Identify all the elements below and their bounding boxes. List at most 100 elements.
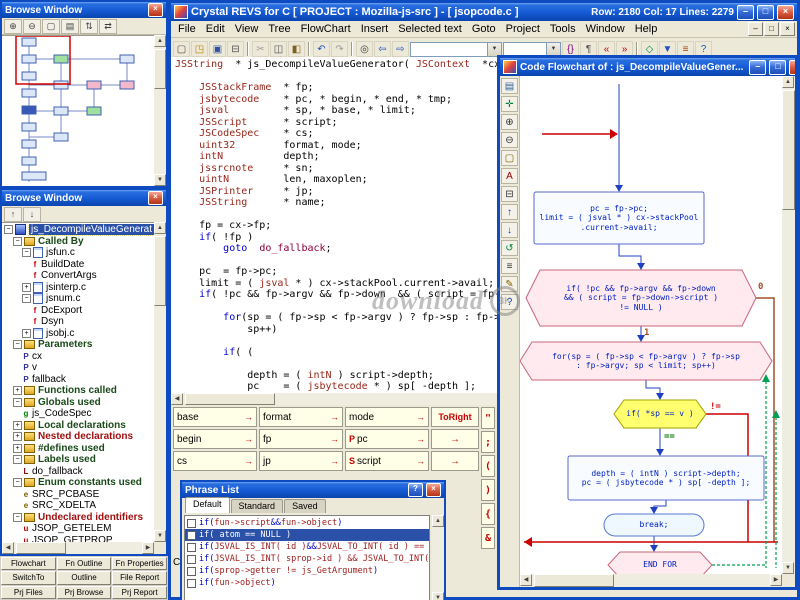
expand-toggle-icon[interactable]: + — [13, 432, 22, 441]
move-down-icon[interactable]: ↓ — [23, 207, 41, 222]
tree-item-globals-used[interactable]: −Globals used — [2, 397, 154, 409]
expand-toggle-icon[interactable]: + — [13, 386, 22, 395]
token-jp[interactable]: jp→ — [259, 451, 343, 471]
browse-vscrollbar[interactable]: ▲ ▼ — [154, 35, 166, 186]
maximize-button[interactable]: □ — [757, 5, 774, 20]
tree-item-jsfun-c[interactable]: −jsfun.c — [2, 247, 154, 259]
print-icon[interactable]: ⊟ — [501, 186, 518, 202]
scroll-left-icon[interactable]: ◀ — [171, 393, 183, 405]
symbol-button[interactable]: " — [481, 407, 495, 429]
menu-goto[interactable]: Goto — [467, 23, 501, 35]
token-mode[interactable]: mode→ — [345, 407, 429, 427]
mdi-minimize-button[interactable]: – — [748, 22, 763, 36]
panel-tab-file-report[interactable]: File Report — [112, 571, 167, 584]
token--[interactable]: → — [431, 451, 479, 471]
scroll-horizontal-icon[interactable]: ⇄ — [99, 19, 117, 34]
expand-toggle-icon[interactable]: − — [13, 478, 22, 487]
scroll-left-icon[interactable]: ◀ — [2, 542, 14, 554]
close-button[interactable]: × — [777, 5, 794, 20]
tree-vscrollbar[interactable]: ▲ ▼ — [154, 222, 166, 542]
panel-tab-outline[interactable]: Outline — [57, 571, 112, 584]
scroll-vertical-icon[interactable]: ⇅ — [80, 19, 98, 34]
scroll-left-icon[interactable]: ◀ — [520, 574, 532, 586]
tree-item-nested-declarations[interactable]: +Nested declarations — [2, 431, 154, 443]
token-cs[interactable]: cs→ — [173, 451, 257, 471]
symbol-button[interactable]: ) — [481, 479, 495, 501]
flowchart-titlebar[interactable]: Code Flowchart of : js_DecompileValueGen… — [500, 58, 795, 76]
phrase-checkbox[interactable] — [187, 567, 196, 576]
scroll-up-icon[interactable]: ▲ — [432, 515, 444, 527]
pan-icon[interactable]: ✛ — [501, 96, 518, 112]
phrase-vscrollbar[interactable]: ▲ ▼ — [432, 515, 444, 600]
find-icon[interactable]: ◎ — [356, 41, 373, 57]
menu-help[interactable]: Help — [630, 23, 663, 35]
panel-tab-fn-outline[interactable]: Fn Outline — [57, 557, 112, 570]
expand-toggle-icon[interactable]: − — [13, 513, 22, 522]
tree-item-cx[interactable]: Pcx — [2, 351, 154, 363]
zoom-in-icon[interactable]: ⊕ — [4, 19, 22, 34]
symbol-button[interactable]: ; — [481, 431, 495, 453]
tree-item-jsobj-c[interactable]: +jsobj.c — [2, 328, 154, 340]
phrase-checkbox[interactable] — [187, 543, 196, 552]
help-icon[interactable]: ? — [501, 294, 518, 310]
copy-icon[interactable]: ◫ — [270, 41, 287, 57]
tree-item-labels-used[interactable]: −Labels used — [2, 454, 154, 466]
expand-toggle-icon[interactable]: − — [22, 248, 31, 257]
tree-item-enum-constants-used[interactable]: −Enum constants used — [2, 477, 154, 489]
panel-tab-fn-properties[interactable]: Fn Properties — [112, 557, 167, 570]
menu-project[interactable]: Project — [501, 23, 545, 35]
tree-item-builddate[interactable]: fBuildDate — [2, 259, 154, 271]
close-button[interactable]: × — [426, 483, 441, 497]
expand-toggle-icon[interactable]: − — [13, 237, 22, 246]
tree-item-v[interactable]: Pv — [2, 362, 154, 374]
menu-view[interactable]: View — [230, 23, 264, 35]
phrase-tab-standard[interactable]: Standard — [231, 499, 284, 513]
tree-item-src-pcbase[interactable]: eSRC_PCBASE — [2, 489, 154, 501]
tree-item-do-fallback[interactable]: Ldo_fallback — [2, 466, 154, 478]
token-toright[interactable]: ToRight — [431, 407, 479, 427]
tree-item--defines-used[interactable]: +#defines used — [2, 443, 154, 455]
flow-node-end-for[interactable]: END FOR — [608, 552, 712, 574]
tree-item-js-decompilevaluegenerat[interactable]: −js_DecompileValueGenerat — [2, 224, 154, 236]
mini-flowchart[interactable] — [2, 35, 154, 186]
minimize-button[interactable]: – — [749, 60, 766, 75]
panel-tab-prj-report[interactable]: Prj Report — [112, 586, 167, 599]
scroll-up-icon[interactable]: ▲ — [154, 222, 166, 234]
close-button[interactable]: × — [789, 60, 795, 75]
main-titlebar[interactable]: Crystal REVS for C [ PROJECT : Mozilla-j… — [171, 3, 797, 21]
tree-item-jsop-getelem[interactable]: uJSOP_GETELEM — [2, 523, 154, 535]
flow-node-if-pc-argv-down[interactable]: if( !pc && fp->argv && fp->down && ( scr… — [526, 270, 756, 326]
scroll-down-icon[interactable]: ▼ — [782, 562, 794, 574]
menu-file[interactable]: File — [173, 23, 201, 35]
phrase-checkbox[interactable] — [187, 531, 196, 540]
up-icon[interactable]: ↑ — [501, 204, 518, 220]
tree-item-functions-called[interactable]: +Functions called — [2, 385, 154, 397]
maximize-button[interactable]: □ — [769, 60, 786, 75]
undo-icon[interactable]: ↶ — [313, 41, 330, 57]
expand-toggle-icon[interactable]: − — [4, 225, 13, 234]
flow-node-assign-depth-pc[interactable]: depth = ( intN ) script->depth; pc = ( j… — [568, 456, 764, 500]
expand-toggle-icon[interactable]: − — [13, 455, 22, 464]
flowchart-canvas[interactable]: pc = fp->pc; limit = ( jsval * ) cx->sta… — [520, 76, 782, 574]
open-folder-icon[interactable]: ◳ — [191, 41, 208, 57]
search-combo[interactable]: ▼ — [410, 42, 502, 57]
tree-item-dsyn[interactable]: fDsyn — [2, 316, 154, 328]
new-file-icon[interactable]: ▢ — [173, 41, 190, 57]
phrase-checkbox[interactable] — [187, 519, 196, 528]
tree-item-jsnum-c[interactable]: −jsnum.c — [2, 293, 154, 305]
scroll-up-icon[interactable]: ▲ — [782, 76, 794, 88]
menu-tree[interactable]: Tree — [263, 23, 295, 35]
tree-item-jsop-getprop[interactable]: uJSOP_GETPROP — [2, 535, 154, 543]
zoom-in-icon[interactable]: ⊕ — [501, 114, 518, 130]
token-base[interactable]: base→ — [173, 407, 257, 427]
close-button[interactable]: × — [148, 3, 163, 17]
scroll-down-icon[interactable]: ▼ — [432, 592, 444, 600]
expand-toggle-icon[interactable]: − — [22, 294, 31, 303]
scroll-up-icon[interactable]: ▲ — [154, 35, 166, 47]
phrase-item[interactable]: if( fun->object ) — [185, 577, 429, 589]
phrase-item[interactable]: if( sprop->getter != js_GetArgument ) — [185, 565, 429, 577]
zoom-out-icon[interactable]: ⊖ — [501, 132, 518, 148]
phrase-tab-saved[interactable]: Saved — [284, 499, 326, 513]
tree-item-jsinterp-c[interactable]: +jsinterp.c — [2, 282, 154, 294]
expand-toggle-icon[interactable]: − — [13, 340, 22, 349]
